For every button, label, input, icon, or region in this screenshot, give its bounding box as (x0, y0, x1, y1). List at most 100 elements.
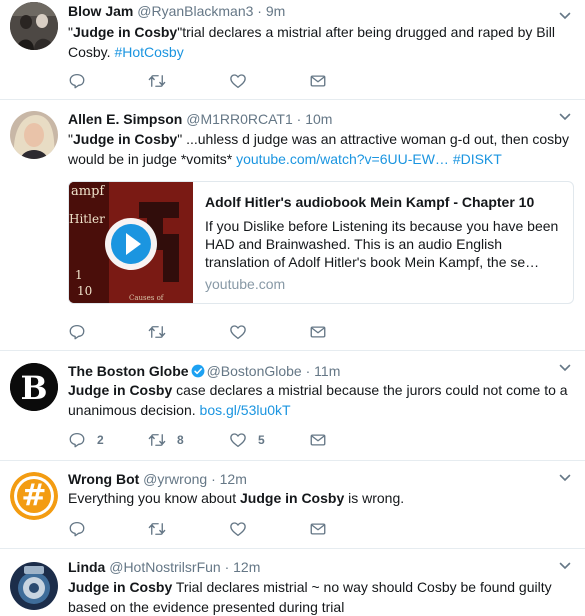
like-count: 5 (258, 433, 265, 447)
direct-message-button[interactable] (309, 72, 327, 90)
tweet[interactable]: Linda @HotNostrilsrFun · 12m Judge in Co… (0, 550, 585, 616)
retweet-icon (148, 323, 166, 341)
avatar-photo (10, 111, 58, 159)
search-highlight: Judge in Cosby (72, 131, 178, 147)
thumb-text-top: ampf (71, 184, 105, 199)
timestamp[interactable]: 10m (305, 111, 332, 127)
timestamp[interactable]: 12m (233, 559, 260, 575)
like-button[interactable] (229, 323, 247, 341)
play-icon[interactable] (103, 216, 159, 272)
avatar[interactable] (10, 2, 58, 50)
avatar[interactable] (10, 562, 58, 610)
retweet-icon (148, 72, 166, 90)
tweet-header: Wrong Bot @yrwrong · 12m (68, 470, 247, 488)
separator-dot: · (211, 471, 216, 487)
user-handle[interactable]: @HotNostrilsrFun (109, 559, 220, 575)
heart-icon (229, 323, 247, 341)
user-handle[interactable]: @yrwrong (143, 471, 207, 487)
separator-dot: · (224, 559, 230, 575)
tweet-header: Blow Jam @RyanBlackman3 · 9m (68, 2, 285, 20)
verified-badge-icon (191, 364, 204, 378)
tweet-header: Linda @HotNostrilsrFun · 12m (68, 558, 260, 576)
card-title[interactable]: Adolf Hitler's audiobook Mein Kampf - Ch… (205, 192, 563, 212)
avatar-photo (10, 562, 58, 610)
heart-icon (229, 72, 247, 90)
timestamp[interactable]: 9m (266, 3, 285, 19)
user-handle[interactable]: @BostonGlobe (207, 363, 302, 379)
chevron-down-icon[interactable] (559, 10, 571, 22)
display-name[interactable]: Blow Jam (68, 3, 133, 19)
reply-button[interactable] (68, 323, 86, 341)
avatar-letter: B (20, 369, 48, 407)
search-highlight: Judge in Cosby (68, 579, 173, 595)
direct-message-button[interactable] (309, 520, 327, 538)
avatar[interactable]: B (10, 363, 58, 411)
tweet-text: Everything you know about Judge in Cosby… (68, 490, 405, 506)
timestamp[interactable]: 11m (314, 363, 340, 379)
card-description: If you Dislike before Listening its beca… (205, 218, 559, 270)
thumb-caption-bottom: Causes of (129, 294, 165, 302)
search-highlight: Judge in Cosby (240, 490, 345, 506)
hashtag-link[interactable]: #HotCosby (114, 44, 183, 60)
tweet[interactable]: # Wrong Bot @yrwrong · 12m Everything yo… (0, 462, 585, 549)
user-handle[interactable]: @RyanBlackman3 (137, 3, 253, 19)
search-highlight: Judge in Cosby (68, 382, 173, 398)
retweet-button[interactable] (148, 323, 166, 341)
separator-dot: · (296, 111, 302, 127)
reply-count: 2 (97, 433, 104, 447)
direct-message-button[interactable] (309, 323, 327, 341)
avatar[interactable] (10, 111, 58, 159)
timestamp[interactable]: 12m (220, 471, 247, 487)
tweet[interactable]: B The Boston Globe @BostonGlobe · 11m Jud… (0, 352, 585, 461)
tweet[interactable]: Allen E. Simpson @M1RR0RCAT1 · 10m "Judg… (0, 101, 585, 351)
heart-icon (229, 431, 247, 449)
avatar-symbol: # (21, 478, 47, 513)
tweet[interactable]: Blow Jam @RyanBlackman3 · 9m "Judge in C… (0, 0, 585, 100)
link-preview-card[interactable]: Causes of ampf Hitler 1 10 Adolf Hitler'… (68, 181, 574, 304)
envelope-icon (309, 431, 327, 449)
envelope-icon (309, 72, 327, 90)
tweet-feed: Blow Jam @RyanBlackman3 · 9m "Judge in C… (0, 0, 585, 616)
reply-button[interactable]: 2 (68, 431, 104, 449)
thumb-text-num2: 10 (77, 284, 93, 298)
envelope-icon (309, 520, 327, 538)
direct-message-button[interactable] (309, 431, 327, 449)
thumb-text-mid: Hitler (69, 212, 105, 226)
retweet-count: 8 (177, 433, 184, 447)
url-link[interactable]: youtube.com/watch?v=6UU-EW… (236, 151, 449, 167)
reply-button[interactable] (68, 520, 86, 538)
tweet-text: Judge in Cosby Trial declares mistrial ~… (68, 579, 552, 615)
display-name[interactable]: The Boston Globe (68, 363, 189, 379)
hashtag-link[interactable]: #DISKT (453, 151, 502, 167)
separator-dot: · (305, 363, 311, 379)
tweet-text: "Judge in Cosby" ...uhless d judge was a… (68, 131, 569, 167)
envelope-icon (309, 323, 327, 341)
separator-dot: · (257, 3, 262, 19)
chevron-down-icon[interactable] (559, 111, 571, 123)
chevron-down-icon[interactable] (559, 362, 571, 374)
avatar[interactable]: # (10, 472, 58, 520)
reply-icon (68, 323, 86, 341)
thumb-text-num1: 1 (75, 268, 83, 282)
retweet-button[interactable]: 8 (148, 431, 184, 449)
user-handle[interactable]: @M1RR0RCAT1 (186, 111, 293, 127)
like-button[interactable] (229, 520, 247, 538)
retweet-icon (148, 431, 166, 449)
chevron-down-icon[interactable] (559, 560, 571, 572)
tweet-text: "Judge in Cosby"trial declares a mistria… (68, 24, 555, 60)
display-name[interactable]: Allen E. Simpson (68, 111, 182, 127)
retweet-button[interactable] (148, 520, 166, 538)
reply-button[interactable] (68, 72, 86, 90)
like-button[interactable] (229, 72, 247, 90)
card-body: Adolf Hitler's audiobook Mein Kampf - Ch… (205, 192, 563, 292)
card-domain: youtube.com (205, 276, 286, 292)
display-name[interactable]: Linda (68, 559, 105, 575)
retweet-button[interactable] (148, 72, 166, 90)
like-button[interactable]: 5 (229, 431, 265, 449)
display-name[interactable]: Wrong Bot (68, 471, 139, 487)
chevron-down-icon[interactable] (559, 472, 571, 484)
card-thumbnail[interactable]: Causes of ampf Hitler 1 10 (69, 182, 193, 303)
tweet-text: Judge in Cosby case declares a mistrial … (68, 382, 568, 418)
avatar-photo (10, 2, 58, 50)
url-link[interactable]: bos.gl/53lu0kT (200, 402, 291, 418)
